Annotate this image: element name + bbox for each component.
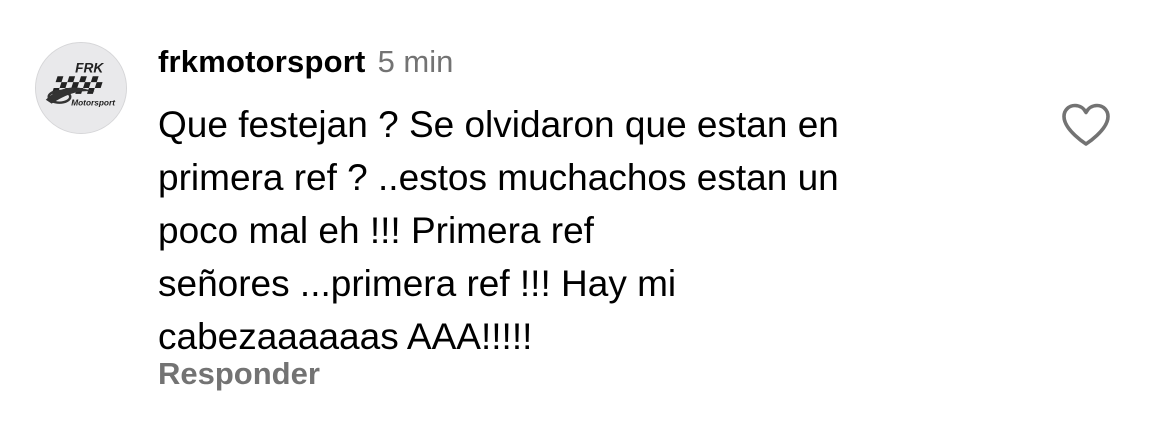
comment-header: frkmotorsport 5 min bbox=[158, 44, 453, 84]
logo-text-bottom: Motorsport bbox=[71, 98, 116, 108]
username-link[interactable]: frkmotorsport bbox=[158, 44, 366, 80]
comment-text-line: poco mal eh !!! Primera ref bbox=[158, 210, 594, 251]
comment-text-line: Que festejan ? Se olvidaron que estan en bbox=[158, 104, 839, 145]
comment-text-line: señores ...primera ref !!! Hay mi bbox=[158, 263, 677, 304]
frk-motorsport-logo-icon: FRK Motorsport bbox=[36, 43, 126, 133]
timestamp: 5 min bbox=[377, 44, 454, 79]
comment-text-line: primera ref ? ..estos muchachos estan un bbox=[158, 157, 839, 198]
comment-item: FRK Motorsport frkmotorsport 5 min Que f… bbox=[0, 0, 1169, 431]
like-button[interactable] bbox=[1060, 102, 1112, 148]
avatar[interactable]: FRK Motorsport bbox=[35, 42, 127, 134]
comment-text: Que festejan ? Se olvidaron que estan en… bbox=[158, 98, 1038, 363]
reply-button[interactable]: Responder bbox=[158, 356, 320, 392]
heart-outline-icon bbox=[1062, 103, 1110, 146]
logo-text-top: FRK bbox=[75, 60, 104, 75]
